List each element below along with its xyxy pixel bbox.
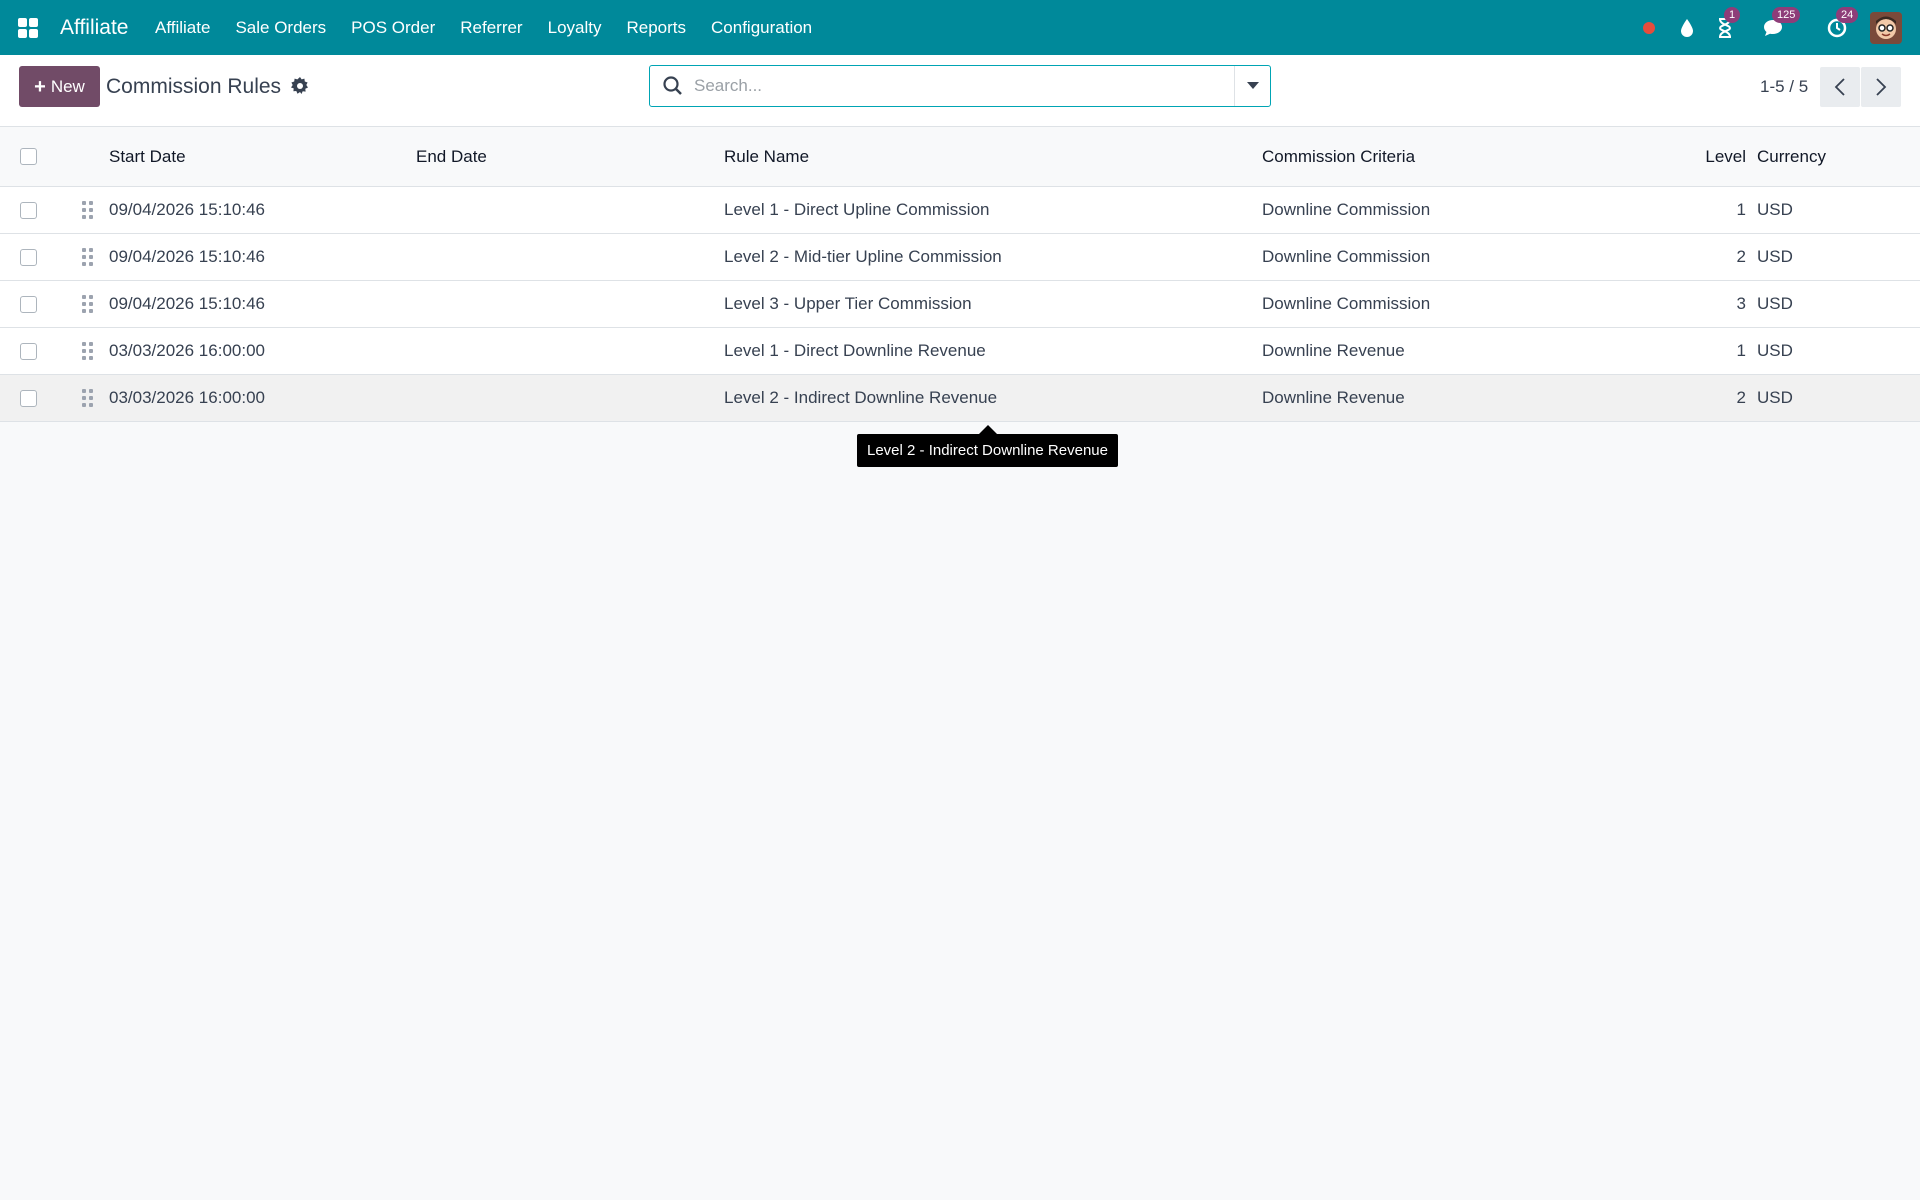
search-input[interactable] bbox=[694, 76, 1214, 96]
activity-badge: 1 bbox=[1724, 6, 1741, 23]
tooltip-arrow bbox=[979, 425, 997, 434]
pager-next-button[interactable] bbox=[1861, 67, 1901, 107]
row-checkbox[interactable] bbox=[20, 342, 37, 360]
column-rule-name[interactable]: Rule Name bbox=[724, 127, 809, 186]
cell-currency: USD bbox=[1757, 388, 1793, 407]
cell-commission-criteria: Downline Commission bbox=[1262, 294, 1431, 313]
cell-start-date: 03/03/2026 16:00:00 bbox=[109, 341, 265, 360]
row-select-cell bbox=[20, 281, 37, 327]
control-panel: + New Commission Rules 1-5 / 5 bbox=[0, 55, 1920, 127]
search-options-toggle[interactable] bbox=[1234, 66, 1270, 106]
activity-hourglass-icon[interactable]: 1 bbox=[1714, 6, 1741, 39]
menu-item-loyalty[interactable]: Loyalty bbox=[535, 18, 614, 38]
cell-level: 3 bbox=[1736, 294, 1746, 313]
main-menu: Affiliate Sale Orders POS Order Referrer… bbox=[143, 18, 825, 38]
cell-currency: USD bbox=[1757, 341, 1793, 360]
cell-commission-criteria: Downline Commission bbox=[1262, 200, 1431, 219]
cell-currency: USD bbox=[1757, 294, 1793, 313]
column-level[interactable]: Level bbox=[1700, 127, 1746, 186]
menu-item-affiliate[interactable]: Affiliate bbox=[143, 18, 223, 38]
apps-menu-icon[interactable] bbox=[18, 17, 38, 38]
cell-commission-criteria: Downline Revenue bbox=[1262, 341, 1405, 360]
menu-item-reports[interactable]: Reports bbox=[614, 18, 699, 38]
row-select-cell bbox=[20, 187, 37, 233]
cell-currency: USD bbox=[1757, 247, 1793, 266]
column-end-date[interactable]: End Date bbox=[416, 127, 487, 186]
cell-commission-criteria: Downline Commission bbox=[1262, 247, 1431, 266]
table-row[interactable]: 03/03/2026 16:00:00 Level 1 - Direct Dow… bbox=[0, 328, 1920, 375]
tooltip: Level 2 - Indirect Downline Revenue bbox=[857, 434, 1118, 467]
cell-rule-name: Level 3 - Upper Tier Commission bbox=[724, 294, 972, 313]
table-row[interactable]: 09/04/2026 15:10:46 Level 1 - Direct Upl… bbox=[0, 187, 1920, 234]
cell-level: 2 bbox=[1736, 388, 1746, 407]
row-select-cell bbox=[20, 328, 37, 374]
menu-item-pos-order[interactable]: POS Order bbox=[339, 18, 448, 38]
row-checkbox[interactable] bbox=[20, 248, 37, 266]
search-bar bbox=[649, 65, 1271, 107]
chevron-right-icon bbox=[1876, 78, 1887, 96]
drag-handle-icon[interactable] bbox=[82, 281, 94, 327]
page-title[interactable]: Commission Rules bbox=[106, 75, 281, 99]
cell-level: 1 bbox=[1736, 200, 1746, 219]
drag-handle-icon[interactable] bbox=[82, 328, 94, 374]
messages-badge: 125 bbox=[1772, 6, 1801, 23]
updates-clock-icon[interactable]: 24 bbox=[1826, 6, 1859, 39]
row-checkbox[interactable] bbox=[20, 389, 37, 407]
messages-icon[interactable]: 125 bbox=[1762, 6, 1801, 39]
menu-item-configuration[interactable]: Configuration bbox=[699, 18, 825, 38]
cell-start-date: 03/03/2026 16:00:00 bbox=[109, 388, 265, 407]
row-select-cell bbox=[20, 234, 37, 280]
pager-previous-button[interactable] bbox=[1820, 67, 1860, 107]
menu-item-referrer[interactable]: Referrer bbox=[448, 18, 535, 38]
cell-rule-name: Level 2 - Mid-tier Upline Commission bbox=[724, 247, 1002, 266]
app-brand[interactable]: Affiliate bbox=[60, 16, 129, 40]
drag-handle-icon[interactable] bbox=[82, 375, 94, 421]
systray: 1 125 24 bbox=[1630, 0, 1920, 55]
cell-start-date: 09/04/2026 15:10:46 bbox=[109, 294, 265, 313]
plus-icon: + bbox=[34, 75, 46, 98]
cell-rule-name: Level 2 - Indirect Downline Revenue bbox=[724, 388, 998, 407]
drag-handle-icon[interactable] bbox=[82, 234, 94, 280]
column-start-date[interactable]: Start Date bbox=[109, 127, 186, 186]
list-header: Start Date End Date Rule Name Commission… bbox=[0, 127, 1920, 187]
select-all-checkbox[interactable] bbox=[20, 148, 37, 165]
table-row[interactable]: 03/03/2026 16:00:00 Level 2 - Indirect D… bbox=[0, 375, 1920, 422]
drag-handle-icon[interactable] bbox=[82, 187, 94, 233]
user-avatar[interactable] bbox=[1870, 11, 1902, 44]
cell-start-date: 09/04/2026 15:10:46 bbox=[109, 200, 265, 219]
recording-status-icon[interactable] bbox=[1638, 17, 1660, 39]
new-button-label: New bbox=[50, 76, 85, 96]
updates-badge: 24 bbox=[1836, 6, 1859, 23]
table-row[interactable]: 09/04/2026 15:10:46 Level 3 - Upper Tier… bbox=[0, 281, 1920, 328]
cell-commission-criteria: Downline Revenue bbox=[1262, 388, 1405, 407]
select-all-cell bbox=[20, 127, 37, 186]
commission-rules-list: Start Date End Date Rule Name Commission… bbox=[0, 127, 1920, 422]
row-checkbox[interactable] bbox=[20, 295, 37, 313]
search-icon bbox=[662, 75, 684, 97]
new-button[interactable]: + New bbox=[19, 66, 100, 107]
cell-currency: USD bbox=[1757, 200, 1793, 219]
gear-icon[interactable] bbox=[291, 77, 309, 95]
cell-level: 2 bbox=[1736, 247, 1746, 266]
column-currency[interactable]: Currency bbox=[1757, 127, 1826, 186]
row-select-cell bbox=[20, 375, 37, 421]
caret-down-icon bbox=[1246, 82, 1259, 89]
cell-level: 1 bbox=[1736, 341, 1746, 360]
table-row[interactable]: 09/04/2026 15:10:46 Level 2 - Mid-tier U… bbox=[0, 234, 1920, 281]
chevron-left-icon bbox=[1834, 78, 1845, 96]
top-navbar: Affiliate Affiliate Sale Orders POS Orde… bbox=[0, 0, 1920, 55]
droplet-icon[interactable] bbox=[1676, 17, 1698, 39]
row-checkbox[interactable] bbox=[20, 201, 37, 219]
menu-item-sale-orders[interactable]: Sale Orders bbox=[223, 18, 339, 38]
cell-start-date: 09/04/2026 15:10:46 bbox=[109, 247, 265, 266]
pager-value[interactable]: 1-5 / 5 bbox=[1760, 77, 1808, 97]
column-commission-criteria[interactable]: Commission Criteria bbox=[1262, 127, 1415, 186]
cell-rule-name: Level 1 - Direct Upline Commission bbox=[724, 200, 990, 219]
cell-rule-name: Level 1 - Direct Downline Revenue bbox=[724, 341, 986, 360]
